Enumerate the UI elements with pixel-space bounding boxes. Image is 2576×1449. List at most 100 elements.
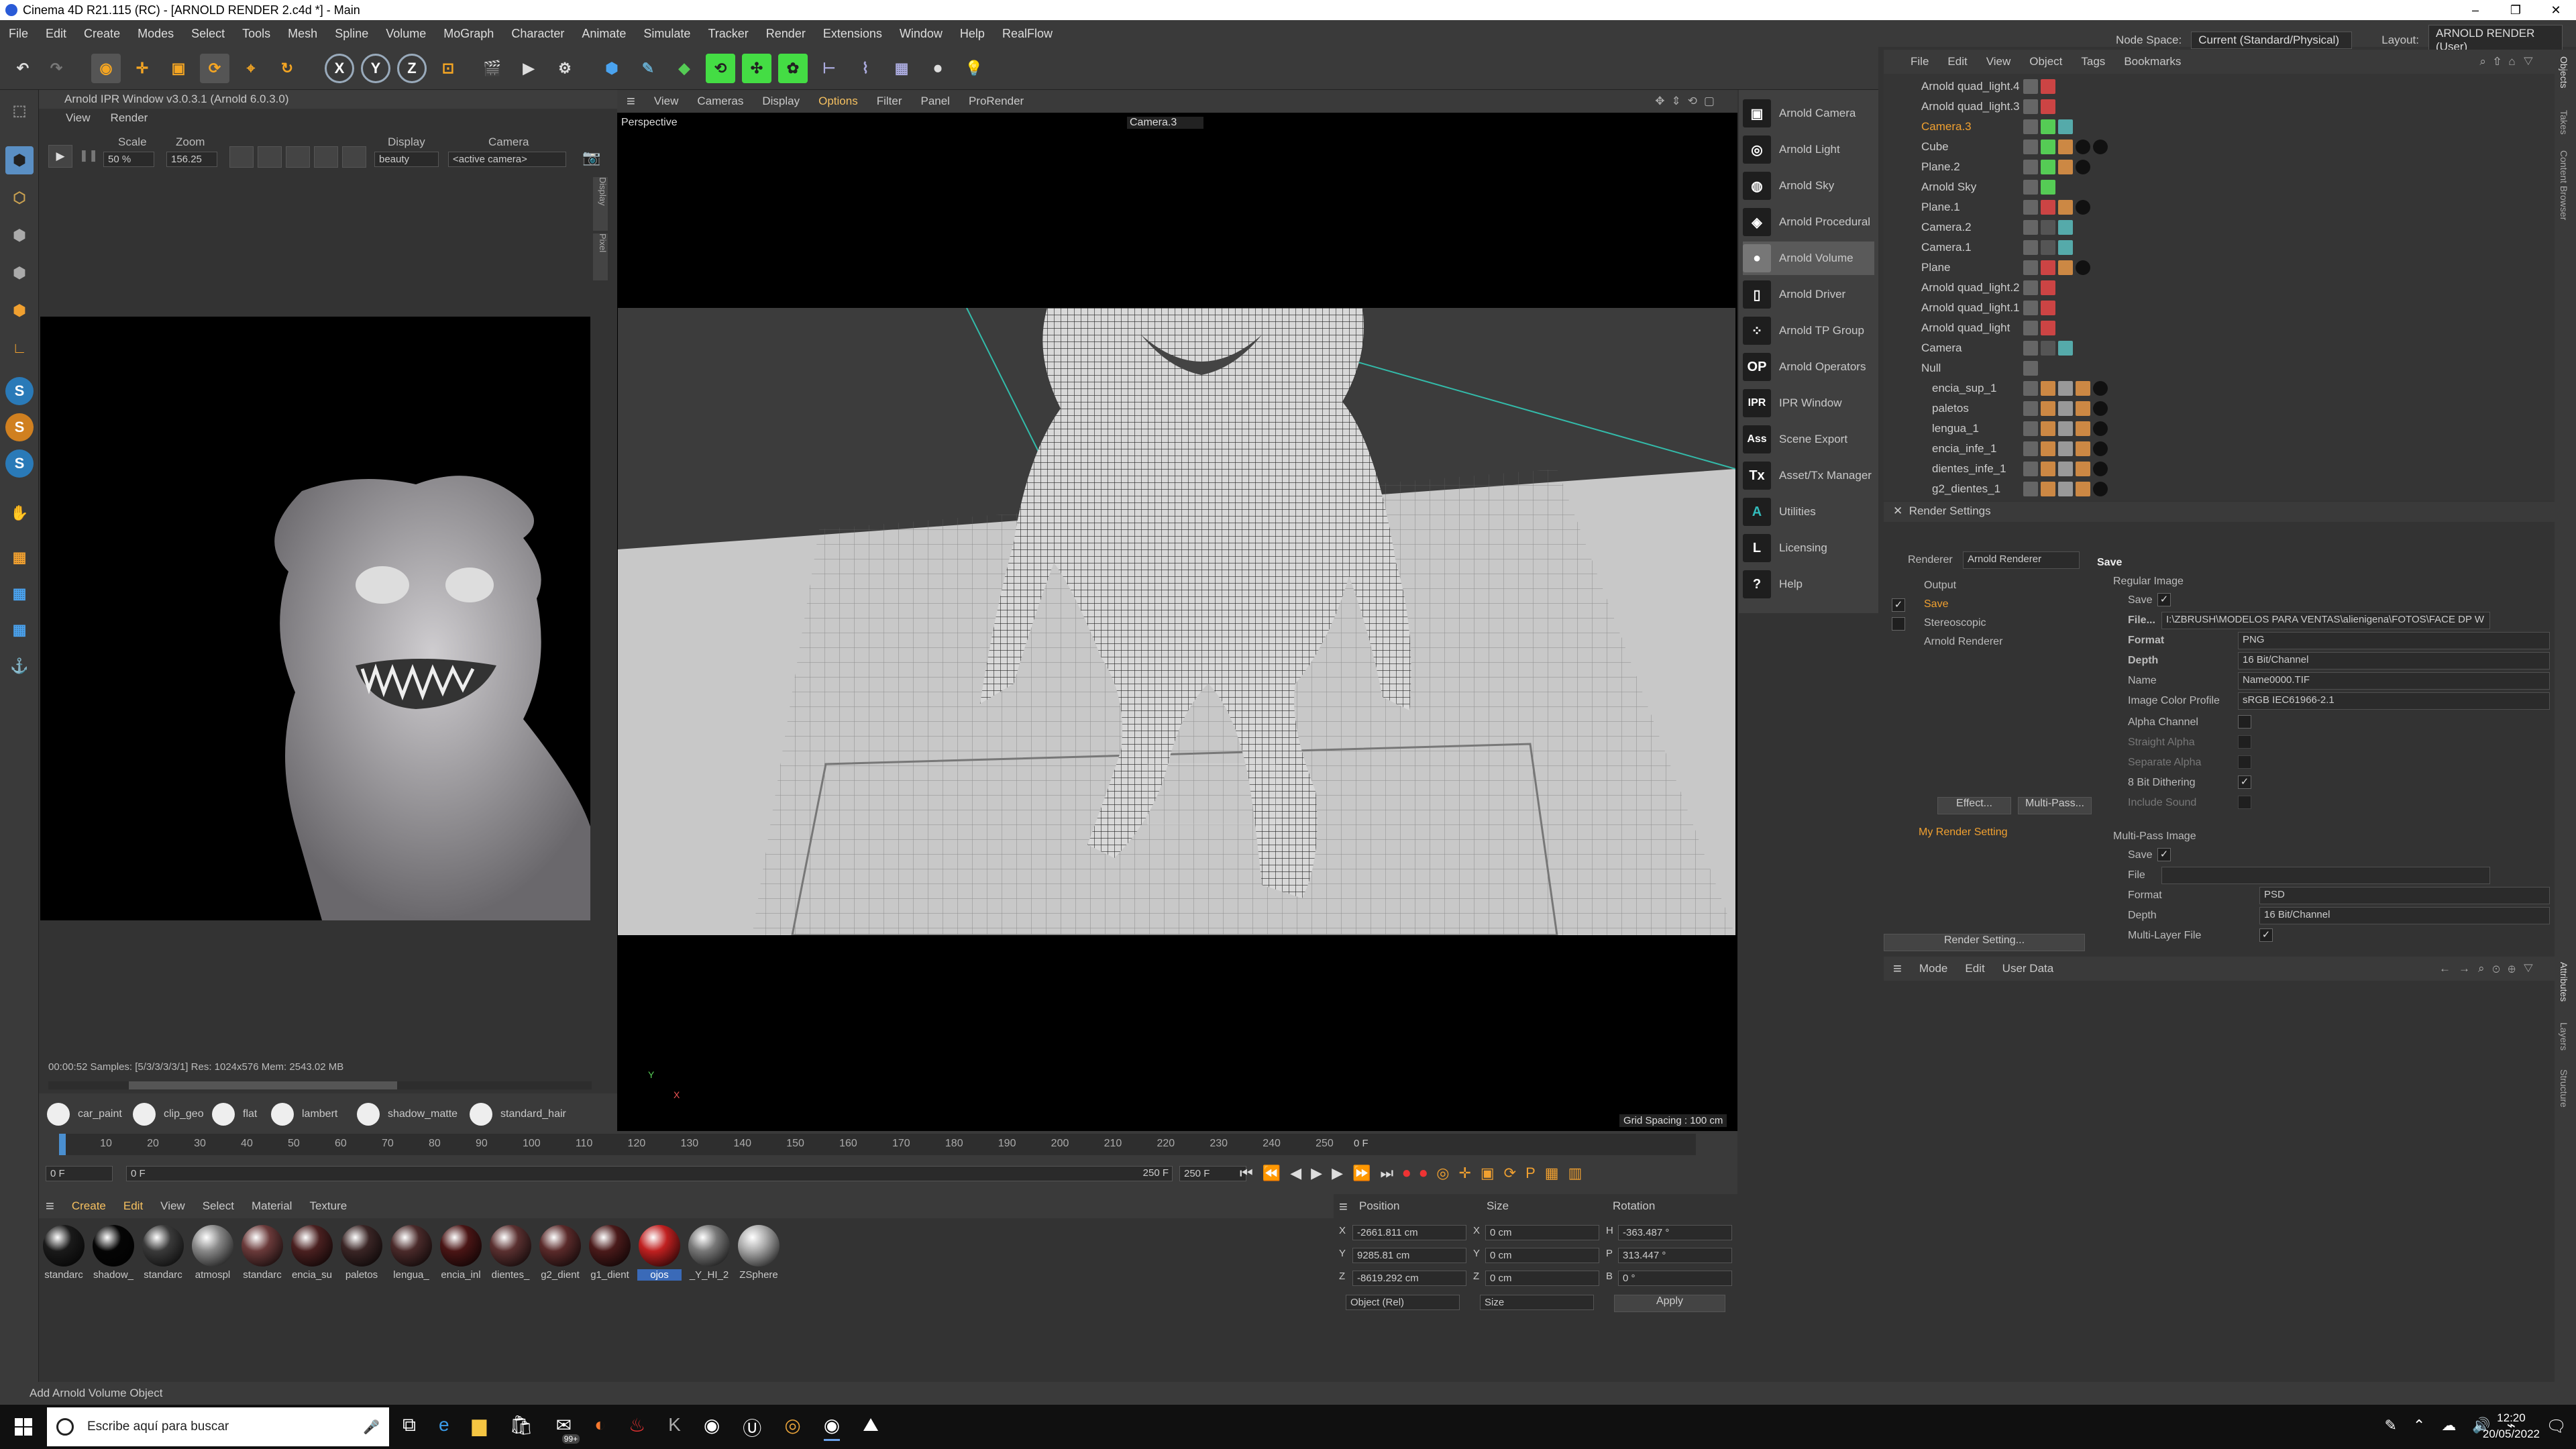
cube-icon[interactable]: ⬢ (597, 54, 627, 83)
menu-mograph[interactable]: MoGraph (435, 27, 502, 41)
shader-standard-hair[interactable]: standard_hair (500, 1108, 566, 1120)
timeline-ruler[interactable]: 0102030405060708090100110120130140150160… (59, 1134, 1696, 1155)
object-row[interactable]: Camera (1884, 338, 2548, 358)
app-red-icon[interactable]: ♨ (629, 1414, 645, 1441)
tree-stereoscopic[interactable]: Stereoscopic (1924, 617, 1986, 629)
clock[interactable]: 12:20 20/05/2022 (2483, 1410, 2540, 1442)
light-bulb-icon[interactable]: 💡 (959, 54, 989, 83)
locked-workplane-icon[interactable]: ▦ (5, 580, 34, 608)
axis-mode-icon[interactable]: ∟ (5, 334, 34, 362)
menu-spline[interactable]: Spline (326, 27, 377, 41)
material-item[interactable]: standarc (240, 1225, 284, 1281)
mp-save-checkbox[interactable]: ✓ (2157, 848, 2171, 861)
mp-depth-dropdown[interactable]: 16 Bit/Channel (2259, 907, 2550, 924)
ipr-view-buttons[interactable] (229, 146, 377, 168)
display-dropdown[interactable]: beauty (374, 152, 439, 167)
scene-view[interactable] (618, 308, 1735, 935)
ipr-menu-view[interactable]: View (66, 111, 91, 126)
camera-dropdown[interactable]: <active camera> (448, 152, 566, 167)
material-item[interactable]: dientes_ (488, 1225, 533, 1281)
start-frame-field[interactable]: 0 F (46, 1166, 113, 1181)
mat-menu-view[interactable]: View (160, 1199, 185, 1213)
menu-create[interactable]: Create (75, 27, 129, 41)
size-field[interactable]: 0 cm (1485, 1248, 1599, 1263)
recent-tools-icon[interactable]: ⌖ (236, 54, 266, 83)
object-row[interactable]: Plane (1884, 258, 2548, 278)
timeline-window-icon[interactable]: ▥ (1568, 1165, 1582, 1182)
viewport-panel[interactable]: ≡ View Cameras Display Options Filter Pa… (617, 90, 1737, 1136)
utilities-item[interactable]: A Utilities (1743, 495, 1874, 529)
material-item[interactable]: ZSphere (737, 1225, 781, 1281)
sculpt-icon[interactable]: ✋ (5, 499, 34, 527)
app-u-icon[interactable]: Ⓤ (743, 1414, 761, 1441)
workplane-icon[interactable]: ▦ (5, 543, 34, 572)
tree-arnold-renderer[interactable]: Arnold Renderer (1924, 636, 2002, 648)
menu-simulate[interactable]: Simulate (635, 27, 699, 41)
coord-size-dropdown[interactable]: Size (1480, 1295, 1594, 1310)
mat-menu-texture[interactable]: Texture (309, 1199, 347, 1213)
om-menu-bookmarks[interactable]: Bookmarks (2124, 55, 2181, 68)
menu-window[interactable]: Window (891, 27, 951, 41)
separate-alpha-checkbox[interactable] (2238, 755, 2251, 769)
deformer-icon[interactable]: ✣ (742, 54, 771, 83)
rotation-field[interactable]: -363.487 ° (1618, 1225, 1732, 1240)
apply-button[interactable]: Apply (1614, 1295, 1725, 1312)
mat-menu-select[interactable]: Select (203, 1199, 234, 1213)
camera-icon[interactable]: ⏺ (923, 54, 953, 83)
cinema4d-icon[interactable]: ◉ (704, 1414, 720, 1441)
tab-attributes[interactable]: Attributes (2559, 962, 2569, 1002)
object-row[interactable]: Camera.1 (1884, 237, 2548, 258)
file-explorer-icon[interactable]: ▆ (472, 1414, 487, 1441)
field-icon[interactable]: ✿ (778, 54, 808, 83)
object-row[interactable]: Arnold quad_light (1884, 318, 2548, 338)
help-item[interactable]: ? Help (1743, 568, 1874, 601)
tree-output[interactable]: Output (1924, 580, 1956, 592)
shader-flat[interactable]: flat (243, 1108, 263, 1120)
size-field[interactable]: 0 cm (1485, 1271, 1599, 1286)
rotation-key-icon[interactable]: ⟳ (1504, 1165, 1516, 1182)
snapshot-icon[interactable]: 📷 (582, 149, 600, 166)
render-setting-button[interactable]: Render Setting... (1884, 934, 2085, 951)
play-icon[interactable]: ▶ (1311, 1165, 1322, 1182)
regular-image-header[interactable]: Regular Image (2113, 576, 2184, 588)
goto-end-icon[interactable]: ⏭ (1380, 1165, 1393, 1182)
symmetry-icon[interactable]: S (5, 449, 34, 478)
my-render-setting[interactable]: My Render Setting (1919, 826, 2008, 839)
store-icon[interactable]: 🛍 (509, 1414, 533, 1441)
next-key-icon[interactable]: ⏩ (1352, 1165, 1371, 1182)
effect-button[interactable]: Effect... (1937, 797, 2011, 814)
licensing-item[interactable]: L Licensing (1743, 531, 1874, 565)
coord-mode-dropdown[interactable]: Object (Rel) (1346, 1295, 1460, 1310)
pla-key-icon[interactable]: ▦ (1545, 1165, 1559, 1182)
material-item[interactable]: paletos (339, 1225, 384, 1281)
rotate-icon[interactable]: ⟳ (200, 54, 229, 83)
menu-help[interactable]: Help (951, 27, 994, 41)
menu-character[interactable]: Character (502, 27, 573, 41)
attributes-hamburger-icon[interactable]: ≡ (1893, 960, 1902, 977)
multipass-button[interactable]: Multi-Pass... (2018, 797, 2092, 814)
arnold-light-item[interactable]: ◎ Arnold Light (1743, 133, 1874, 166)
vp-menu-view[interactable]: View (645, 95, 688, 108)
pen-tray-icon[interactable]: ✎ (2384, 1417, 2396, 1434)
render-region-icon[interactable]: 🎬 (478, 54, 507, 83)
scene-icon[interactable]: ⊢ (814, 54, 844, 83)
stereo-enable-checkbox[interactable] (1892, 617, 1905, 631)
max-frame-field[interactable]: 250 F (1099, 1166, 1173, 1180)
object-row[interactable]: encia_infe_1 (1884, 439, 2548, 459)
tab-content-browser[interactable]: Content Browser (2559, 150, 2569, 220)
object-row[interactable]: Camera.3 (1884, 117, 2548, 137)
object-row[interactable]: Arnold quad_light.4 (1884, 76, 2548, 97)
x-axis-icon[interactable]: X (325, 54, 354, 83)
object-row[interactable]: Camera.2 (1884, 217, 2548, 237)
zoom-field[interactable]: 156.25 (166, 152, 217, 167)
vp-menu-options[interactable]: Options (809, 95, 867, 108)
material-item[interactable]: encia_su (290, 1225, 334, 1281)
object-row[interactable]: g2_dientes_1 (1884, 479, 2548, 499)
name-dropdown[interactable]: Name0000.TIF (2238, 672, 2550, 690)
material-item[interactable]: standarc (42, 1225, 86, 1281)
object-row[interactable]: Arnold quad_light.2 (1884, 278, 2548, 298)
ipr-menu-render[interactable]: Render (111, 111, 148, 126)
task-view-icon[interactable]: ⧉ (402, 1414, 416, 1441)
save-checkbox[interactable]: ✓ (2157, 593, 2171, 606)
ipr-window-item[interactable]: IPR IPR Window (1743, 386, 1874, 420)
